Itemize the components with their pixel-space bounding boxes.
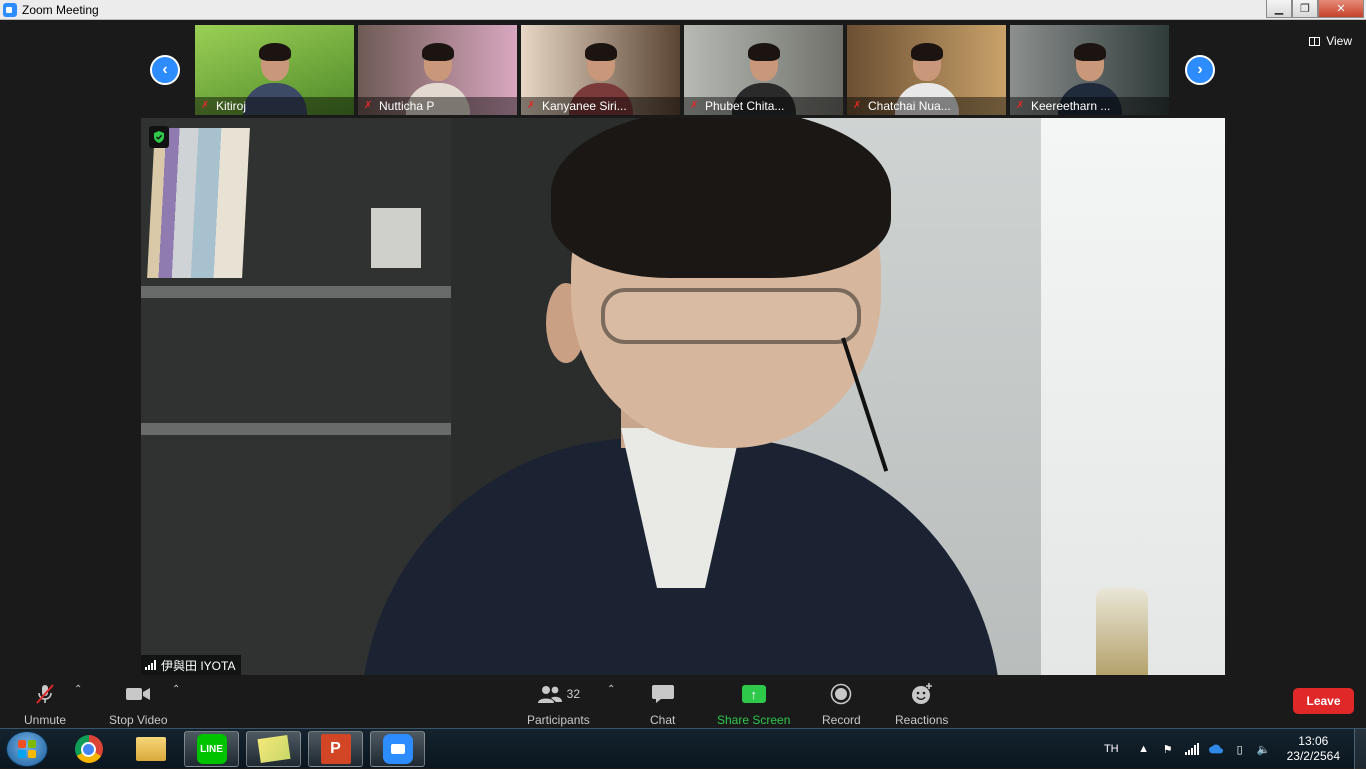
- record-button[interactable]: Record: [822, 681, 861, 727]
- window-title: Zoom Meeting: [22, 2, 99, 17]
- unmute-label: Unmute: [24, 713, 67, 727]
- video-options-caret[interactable]: ⌃: [172, 684, 180, 695]
- line-icon: LINE: [196, 734, 227, 764]
- participant-name: Chatchai Nua...: [868, 99, 951, 113]
- participant-name: Kitiroj: [216, 99, 247, 113]
- share-screen-icon: ↑: [741, 681, 766, 707]
- participant-strip: ✗ Kitiroj ✗ Nutticha P ✗ Kanyanee Siri... ✗…: [195, 25, 1169, 115]
- chevron-left-icon: ‹: [162, 61, 168, 78]
- participant-tile[interactable]: ✗ Phubet Chita...: [684, 25, 843, 115]
- minimize-button[interactable]: ▁: [1266, 0, 1292, 18]
- meeting-area: ‹ ✗ Kitiroj ✗ Nutticha P ✗ Kanyanee Siri...…: [0, 20, 1366, 678]
- muted-mic-icon: ✗: [853, 100, 862, 111]
- show-hidden-icons-icon[interactable]: ▲: [1137, 742, 1151, 756]
- device-icon[interactable]: ▯: [1233, 742, 1247, 756]
- onedrive-cloud-icon[interactable]: [1208, 742, 1223, 756]
- taskbar-sticky-notes[interactable]: [246, 731, 301, 767]
- clock-time: 13:06: [1298, 734, 1329, 748]
- reactions-button[interactable]: Reactions: [895, 681, 948, 727]
- encryption-shield-icon[interactable]: [149, 126, 169, 148]
- taskbar-line[interactable]: LINE: [184, 731, 239, 767]
- windows-logo-icon: [18, 740, 36, 758]
- participant-tile[interactable]: ✗ Nutticha P: [358, 25, 517, 115]
- reactions-label: Reactions: [895, 713, 949, 727]
- muted-microphone-icon: [33, 681, 57, 707]
- chrome-icon: [74, 735, 103, 763]
- record-label: Record: [822, 713, 861, 727]
- participant-count: 32: [566, 687, 581, 701]
- sticky-notes-icon: [256, 735, 291, 763]
- view-label: View: [1326, 34, 1352, 48]
- audio-options-caret[interactable]: ⌃: [74, 684, 82, 695]
- meeting-controls-toolbar: Unmute ⌃ Stop Video ⌃ 32 Participants ⌃ …: [0, 678, 1366, 728]
- participants-icon: 32: [537, 681, 580, 707]
- chat-label: Chat: [650, 713, 676, 727]
- zoom-icon: [382, 734, 413, 764]
- participants-label: Participants: [527, 713, 590, 727]
- start-button[interactable]: [6, 731, 48, 767]
- chat-button[interactable]: Chat: [650, 681, 675, 727]
- signal-strength-icon: [145, 660, 156, 670]
- record-icon: [830, 681, 852, 707]
- muted-mic-icon: ✗: [690, 100, 699, 111]
- clock-date: 23/2/2564: [1286, 749, 1340, 763]
- share-screen-label: Share Screen: [717, 713, 791, 727]
- chevron-right-icon: ›: [1197, 61, 1203, 78]
- speaker-name: 伊與田 IYOTA: [161, 658, 236, 673]
- participants-button[interactable]: 32 Participants: [527, 681, 590, 727]
- restore-button[interactable]: ❐: [1292, 0, 1318, 18]
- volume-icon[interactable]: 🔈: [1257, 742, 1271, 756]
- taskbar-zoom[interactable]: [370, 731, 425, 767]
- participant-tile[interactable]: ✗ Kanyanee Siri...: [521, 25, 680, 115]
- participant-tile[interactable]: ✗ Kitiroj: [195, 25, 354, 115]
- muted-mic-icon: ✗: [364, 100, 373, 111]
- speaker-name-tag: 伊與田 IYOTA: [141, 655, 242, 675]
- muted-mic-icon: ✗: [201, 100, 210, 111]
- participant-name: Phubet Chita...: [705, 99, 785, 113]
- network-signal-icon[interactable]: [1184, 742, 1199, 756]
- muted-mic-icon: ✗: [527, 100, 536, 111]
- windows-taskbar: LINE P TH ▲ ⚑ ▯ 🔈 13:06 23/2/2564: [0, 728, 1366, 769]
- participant-name: Nutticha P: [379, 99, 435, 113]
- smiley-plus-icon: [910, 681, 934, 707]
- unmute-button[interactable]: Unmute: [24, 681, 66, 727]
- zoom-app-icon: [3, 2, 17, 17]
- action-center-flag-icon[interactable]: ⚑: [1161, 742, 1175, 756]
- system-tray: TH ▲ ⚑ ▯ 🔈 13:06 23/2/2564: [1104, 729, 1366, 769]
- input-language[interactable]: TH: [1104, 743, 1119, 755]
- video-camera-icon: [125, 681, 151, 707]
- share-screen-button[interactable]: ↑ Share Screen: [717, 681, 790, 727]
- active-speaker-video: 伊與田 IYOTA: [141, 118, 1225, 675]
- close-button[interactable]: ✕: [1318, 0, 1364, 18]
- taskbar-chrome[interactable]: [61, 731, 116, 767]
- participant-name: Keereetharn ...: [1031, 99, 1111, 113]
- participant-tile[interactable]: ✗ Chatchai Nua...: [847, 25, 1006, 115]
- stop-video-button[interactable]: Stop Video: [109, 681, 168, 727]
- muted-mic-icon: ✗: [1016, 100, 1025, 111]
- window-title-bar: Zoom Meeting ▁ ❐ ✕: [0, 0, 1366, 20]
- gallery-next-button[interactable]: ›: [1185, 55, 1215, 85]
- powerpoint-icon: P: [320, 734, 351, 764]
- grid-view-icon: [1309, 36, 1321, 46]
- gallery-prev-button[interactable]: ‹: [150, 55, 180, 85]
- chat-bubble-icon: [651, 681, 675, 707]
- participants-options-caret[interactable]: ⌃: [607, 684, 615, 695]
- folder-icon: [135, 737, 166, 761]
- leave-button[interactable]: Leave: [1293, 688, 1354, 714]
- stop-video-label: Stop Video: [109, 713, 168, 727]
- view-button[interactable]: View: [1309, 34, 1352, 48]
- participant-tile[interactable]: ✗ Keereetharn ...: [1010, 25, 1169, 115]
- participant-name: Kanyanee Siri...: [542, 99, 627, 113]
- show-desktop-button[interactable]: [1354, 729, 1366, 769]
- clock[interactable]: 13:06 23/2/2564: [1287, 734, 1340, 764]
- window-controls: ▁ ❐ ✕: [1266, 0, 1364, 18]
- taskbar-powerpoint[interactable]: P: [308, 731, 363, 767]
- taskbar-file-explorer[interactable]: [123, 731, 178, 767]
